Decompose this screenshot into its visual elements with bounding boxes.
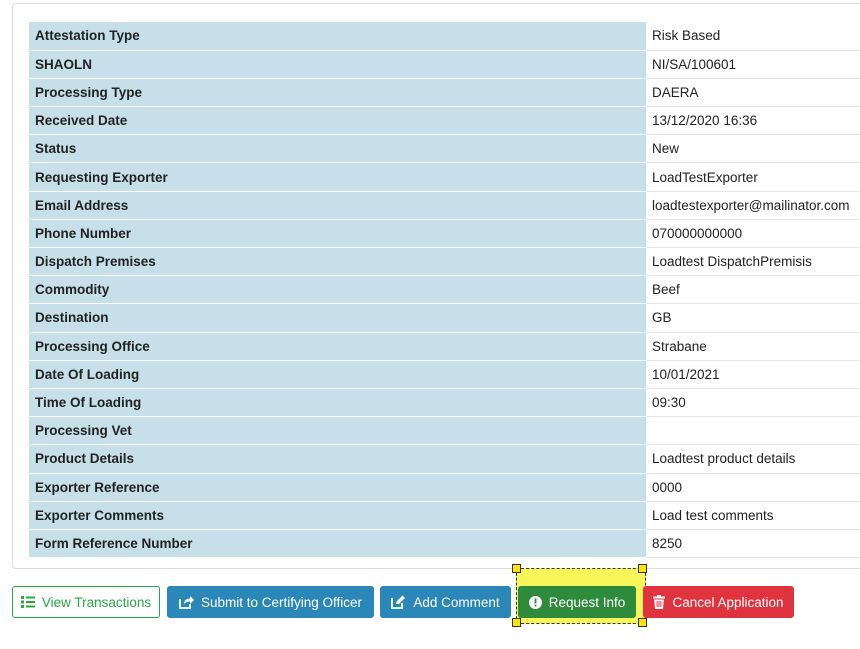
detail-value: New xyxy=(646,134,860,164)
detail-label: Email Address xyxy=(29,191,646,220)
detail-value: Risk Based xyxy=(646,22,860,51)
info-circle-icon xyxy=(528,595,542,609)
detail-label: Attestation Type xyxy=(29,22,646,51)
detail-label: Exporter Reference xyxy=(29,473,646,502)
selection-handle-bottom-left[interactable] xyxy=(512,618,521,627)
detail-label: Received Date xyxy=(29,106,646,136)
action-toolbar: View Transactions Submit to Certifying O… xyxy=(12,586,860,618)
detail-value: NI/SA/100601 xyxy=(646,50,860,79)
detail-label: Exporter Comments xyxy=(29,501,646,530)
submit-to-certifying-officer-label: Submit to Certifying Officer xyxy=(200,594,363,610)
detail-label: Commodity xyxy=(29,275,646,305)
cancel-application-label: Cancel Application xyxy=(672,594,784,610)
detail-label: Status xyxy=(29,134,646,164)
detail-row: Form Reference Number 8250 xyxy=(29,529,860,559)
detail-label: Dispatch Premises xyxy=(29,247,646,277)
detail-label: Time Of Loading xyxy=(29,388,646,418)
detail-value: Loadtest DispatchPremisis xyxy=(646,247,860,277)
detail-row: Email Address loadtestexporter@mailinator… xyxy=(29,191,860,220)
detail-row: Destination GB xyxy=(29,303,860,333)
detail-label: Product Details xyxy=(29,444,646,474)
detail-label: Processing Office xyxy=(29,332,646,361)
detail-row: Processing Office Strabane xyxy=(29,332,860,361)
detail-row: Commodity Beef xyxy=(29,275,860,305)
add-comment-button[interactable]: Add Comment xyxy=(380,586,511,618)
detail-row: Phone Number 070000000000 xyxy=(29,219,860,249)
selection-handle-bottom-right[interactable] xyxy=(638,618,647,627)
detail-label: Form Reference Number xyxy=(29,529,646,559)
detail-value: DAERA xyxy=(646,78,860,108)
share-icon xyxy=(179,595,194,609)
detail-label: Destination xyxy=(29,303,646,333)
trash-icon xyxy=(653,595,666,609)
detail-value xyxy=(646,416,860,446)
detail-value: Strabane xyxy=(646,332,860,361)
detail-value: Beef xyxy=(646,275,860,305)
detail-value: 13/12/2020 16:36 xyxy=(646,106,860,136)
detail-value: Loadtest product details xyxy=(646,444,860,474)
edit-icon xyxy=(391,595,406,609)
detail-label: Phone Number xyxy=(29,219,646,249)
selection-handle-top-right[interactable] xyxy=(638,564,647,573)
detail-value: LoadTestExporter xyxy=(646,162,860,192)
detail-value: loadtestexporter@mailinator.com xyxy=(646,191,860,220)
detail-label: Processing Vet xyxy=(29,416,646,446)
detail-label: Requesting Exporter xyxy=(29,162,646,192)
submit-to-certifying-officer-button[interactable]: Submit to Certifying Officer xyxy=(167,586,374,618)
detail-value: Load test comments xyxy=(646,501,860,530)
detail-row: Time Of Loading 09:30 xyxy=(29,388,860,418)
detail-row: Received Date 13/12/2020 16:36 xyxy=(29,106,860,136)
detail-value: 8250 xyxy=(646,529,860,559)
detail-row: SHAOLN NI/SA/100601 xyxy=(29,50,860,79)
detail-label: Processing Type xyxy=(29,78,646,108)
detail-row: Exporter Comments Load test comments xyxy=(29,501,860,530)
details-table-body: Attestation Type Risk Based SHAOLN NI/SA/10… xyxy=(29,22,860,559)
cancel-application-button[interactable]: Cancel Application xyxy=(643,586,794,618)
detail-value: 10/01/2021 xyxy=(646,360,860,389)
detail-row: Attestation Type Risk Based xyxy=(29,22,860,51)
detail-row: Processing Type DAERA xyxy=(29,78,860,108)
view-transactions-button[interactable]: View Transactions xyxy=(12,586,160,618)
detail-label: Date Of Loading xyxy=(29,360,646,389)
detail-row: Product Details Loadtest product details xyxy=(29,444,860,474)
application-details-table: Attestation Type Risk Based SHAOLN NI/SA/10… xyxy=(29,22,860,559)
detail-value: 09:30 xyxy=(646,388,860,418)
request-info-label: Request Info xyxy=(548,594,626,610)
detail-value: GB xyxy=(646,303,860,333)
add-comment-label: Add Comment xyxy=(413,594,500,610)
detail-row: Date Of Loading 10/01/2021 xyxy=(29,360,860,389)
list-icon xyxy=(20,596,35,608)
view-transactions-label: View Transactions xyxy=(41,594,152,610)
detail-row: Status New xyxy=(29,134,860,164)
request-info-button[interactable]: Request Info xyxy=(518,586,636,618)
detail-row: Processing Vet xyxy=(29,416,860,446)
detail-row: Exporter Reference 0000 xyxy=(29,473,860,502)
selection-handle-top-left[interactable] xyxy=(512,564,521,573)
detail-row: Requesting Exporter LoadTestExporter xyxy=(29,162,860,192)
detail-value: 0000 xyxy=(646,473,860,502)
detail-label: SHAOLN xyxy=(29,50,646,79)
detail-value: 070000000000 xyxy=(646,219,860,249)
detail-row: Dispatch Premises Loadtest DispatchPremis… xyxy=(29,247,860,277)
